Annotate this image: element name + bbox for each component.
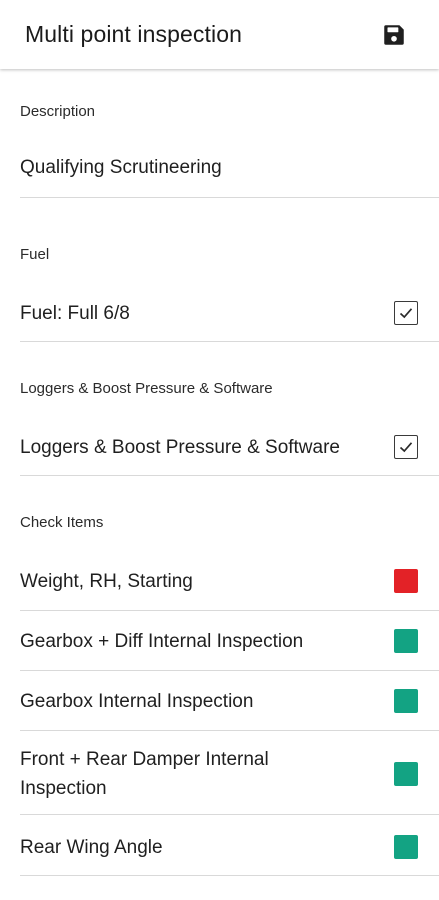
divider [20,875,439,876]
save-icon [384,24,404,45]
divider [20,814,439,815]
status-indicator [394,762,418,786]
save-button[interactable] [380,21,408,49]
status-indicator [394,569,418,593]
check-item-label: Weight, RH, Starting [20,570,193,592]
check-item-label: Front + Rear Damper Internal Inspection [20,749,269,799]
check-item-label: Gearbox Internal Inspection [20,690,254,712]
check-item-row[interactable]: Weight, RH, Starting [0,566,439,596]
check-item-row[interactable]: Gearbox + Diff Internal Inspection [0,626,439,656]
fuel-checkbox[interactable] [394,301,418,325]
checkmark-icon [399,308,413,319]
loggers-row[interactable]: Loggers & Boost Pressure & Software [0,432,439,462]
description-label: Description [20,103,96,120]
check-items-section-label: Check Items [20,514,104,531]
loggers-section-label: Loggers & Boost Pressure & Software [20,380,273,397]
description-value[interactable]: Qualifying Scrutineering [20,157,222,179]
checkmark-icon [399,442,413,453]
check-item-row[interactable]: Front + Rear Damper Internal Inspection [0,744,439,804]
status-indicator [394,689,418,713]
divider [20,730,439,731]
divider [20,670,439,671]
status-indicator [394,629,418,653]
check-item-row[interactable]: Rear Wing Angle [0,832,439,862]
fuel-row[interactable]: Fuel: Full 6/8 [0,298,439,328]
check-item-row[interactable]: Gearbox Internal Inspection [0,686,439,716]
fuel-item-label: Fuel: Full 6/8 [20,302,130,324]
check-item-label: Rear Wing Angle [20,836,163,858]
divider [20,341,439,342]
page-title: Multi point inspection [25,21,242,47]
divider [20,197,439,198]
loggers-item-label: Loggers & Boost Pressure & Software [20,436,340,458]
loggers-checkbox[interactable] [394,435,418,459]
app-header: Multi point inspection [0,0,439,69]
check-item-label: Gearbox + Diff Internal Inspection [20,630,304,652]
divider [20,610,439,611]
fuel-section-label: Fuel [20,246,50,263]
divider [20,475,439,476]
status-indicator [394,835,418,859]
